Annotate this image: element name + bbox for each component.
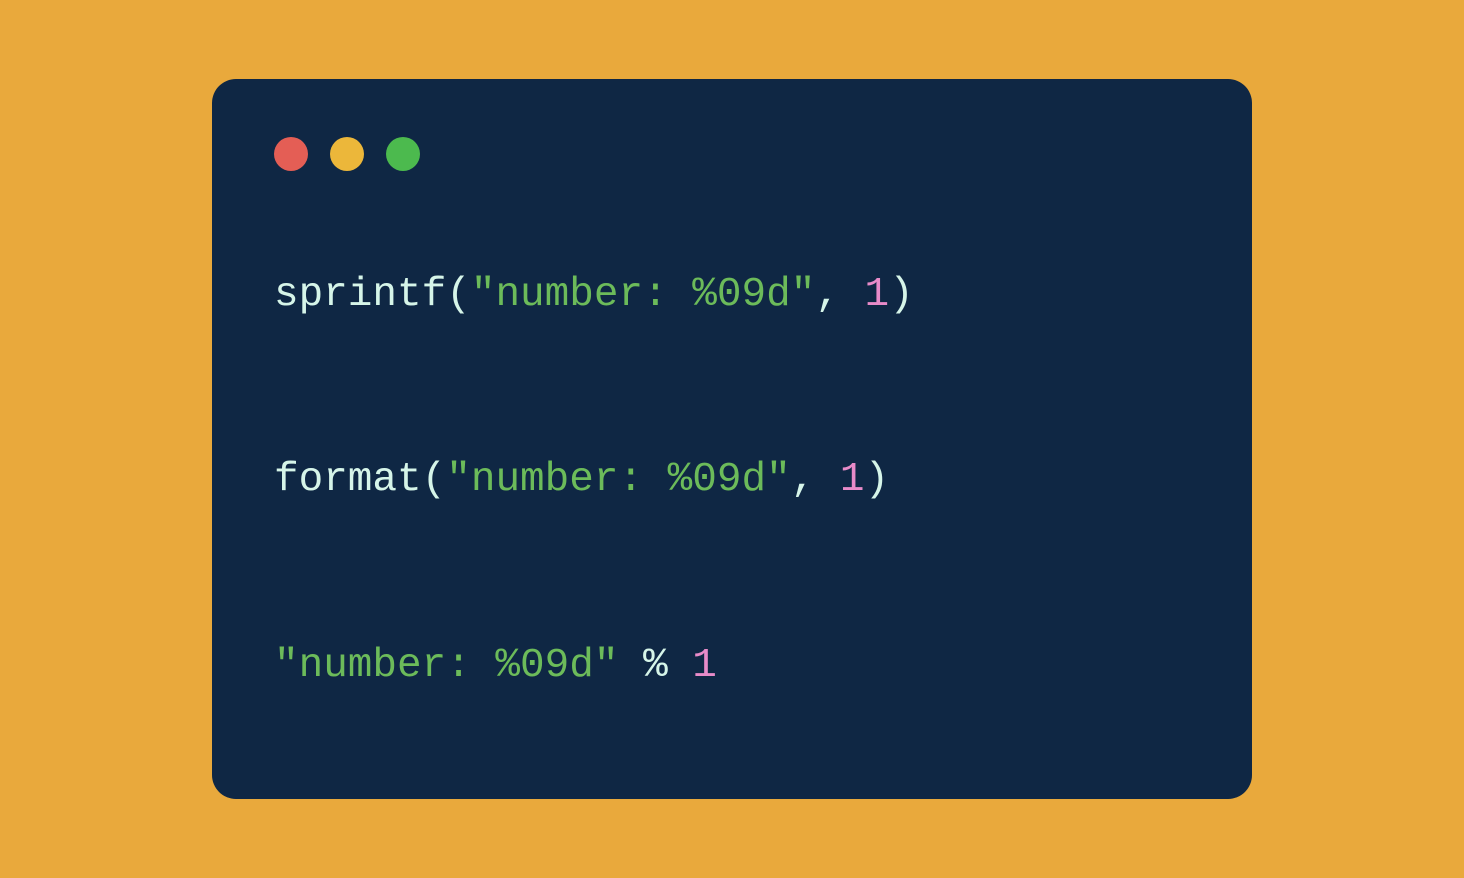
token-number: 1 — [692, 643, 717, 689]
code-line-3: "number: %09d" % 1 — [274, 640, 1190, 693]
token-comma: , — [815, 272, 840, 318]
token-space — [815, 457, 840, 503]
code-area: sprintf("number: %09d", 1) format("numbe… — [274, 269, 1190, 693]
token-string: "number: %09d" — [274, 643, 618, 689]
token-paren-open: ( — [422, 457, 447, 503]
minimize-icon[interactable] — [330, 137, 364, 171]
token-paren-close: ) — [889, 272, 914, 318]
token-string: "number: %09d" — [446, 457, 790, 503]
token-number: 1 — [865, 272, 890, 318]
close-icon[interactable] — [274, 137, 308, 171]
token-space — [668, 643, 693, 689]
maximize-icon[interactable] — [386, 137, 420, 171]
token-space — [618, 643, 643, 689]
token-paren-open: ( — [446, 272, 471, 318]
code-window: sprintf("number: %09d", 1) format("numbe… — [212, 79, 1252, 799]
traffic-lights — [274, 137, 1190, 171]
token-number: 1 — [840, 457, 865, 503]
token-func: format — [274, 457, 422, 503]
token-operator: % — [643, 643, 668, 689]
token-comma: , — [791, 457, 816, 503]
code-line-1: sprintf("number: %09d", 1) — [274, 269, 1190, 322]
token-string: "number: %09d" — [471, 272, 815, 318]
code-line-2: format("number: %09d", 1) — [274, 454, 1190, 507]
token-paren-close: ) — [865, 457, 890, 503]
token-func: sprintf — [274, 272, 446, 318]
token-space — [840, 272, 865, 318]
